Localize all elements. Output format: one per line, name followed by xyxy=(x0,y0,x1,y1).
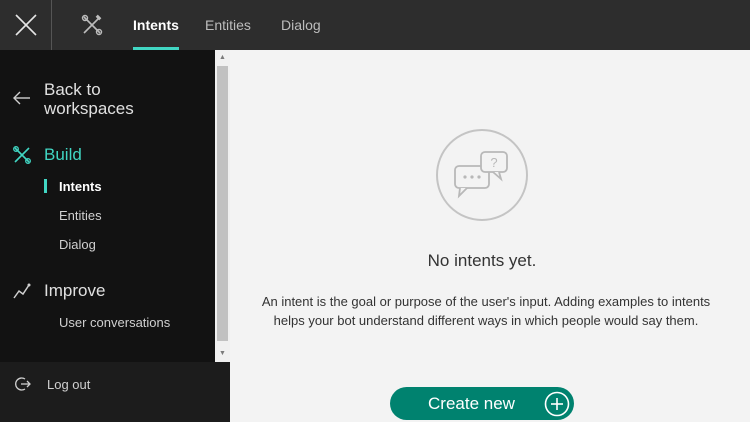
close-icon xyxy=(14,14,37,36)
sidebar: Back to workspaces Build Intents Entitie… xyxy=(0,50,230,422)
sidebar-item-dialog[interactable]: Dialog xyxy=(59,237,96,252)
empty-state-description: An intent is the goal or purpose of the … xyxy=(261,294,711,328)
back-label: Back to workspaces xyxy=(44,80,134,118)
create-new-label: Create new xyxy=(428,393,515,413)
sidebar-nav: Back to workspaces Build Intents Entitie… xyxy=(0,50,215,362)
sidebar-item-user-conversations[interactable]: User conversations xyxy=(59,315,170,330)
logout-button[interactable]: Log out xyxy=(14,375,90,393)
tab-intents[interactable]: Intents xyxy=(133,0,179,50)
top-bar: Intents Entities Dialog xyxy=(0,0,750,50)
create-new-button[interactable]: Create new xyxy=(390,387,574,420)
logout-label: Log out xyxy=(47,376,91,392)
sidebar-section-build[interactable]: Build xyxy=(12,145,82,165)
sidebar-item-intents[interactable]: Intents xyxy=(59,179,102,194)
sidebar-item-entities[interactable]: Entities xyxy=(59,208,102,223)
scroll-thumb[interactable] xyxy=(217,66,228,341)
logout-icon xyxy=(15,377,31,391)
main-content: ? No intents yet. An intent is the goal … xyxy=(230,50,750,422)
back-to-workspaces-link[interactable]: Back to workspaces xyxy=(12,80,202,118)
build-label: Build xyxy=(44,145,82,164)
sidebar-scrollbar[interactable]: ▲ ▼ xyxy=(215,50,230,362)
improve-label: Improve xyxy=(44,281,106,300)
scroll-up-arrow[interactable]: ▲ xyxy=(215,52,230,64)
build-icon xyxy=(13,146,31,164)
trend-icon xyxy=(13,283,31,299)
plus-circle-icon xyxy=(544,391,570,416)
scroll-down-arrow[interactable]: ▼ xyxy=(215,348,230,360)
svg-text:?: ? xyxy=(490,155,497,170)
tab-entities[interactable]: Entities xyxy=(205,0,251,50)
empty-state-title: No intents yet. xyxy=(427,251,537,270)
arrow-left-icon xyxy=(13,91,30,105)
active-indicator xyxy=(44,179,47,193)
tools-icon xyxy=(81,14,103,36)
close-button[interactable] xyxy=(0,0,52,50)
sidebar-section-improve[interactable]: Improve xyxy=(12,281,105,301)
chat-bubbles-icon: ? xyxy=(436,129,528,221)
tab-dialog[interactable]: Dialog xyxy=(281,0,321,50)
tools-button[interactable] xyxy=(72,0,112,50)
